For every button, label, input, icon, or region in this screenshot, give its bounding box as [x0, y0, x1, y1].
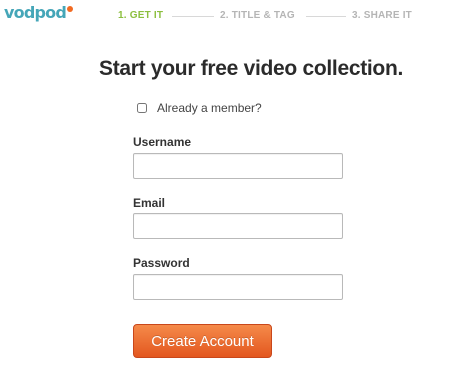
username-input[interactable] — [133, 153, 343, 179]
logo-dot-icon — [66, 5, 73, 12]
already-member-label[interactable]: Already a member? — [157, 101, 262, 115]
already-member-checkbox[interactable] — [137, 103, 147, 113]
email-label: Email — [133, 196, 166, 210]
vodpod-logo[interactable]: vodpod — [4, 3, 73, 23]
step-get-it: 1. GET IT — [118, 10, 164, 21]
username-label: Username — [133, 135, 192, 149]
already-member-row: Already a member? — [137, 101, 262, 115]
logo-text: vodpod — [4, 3, 67, 22]
step-share-it: 3. SHARE IT — [352, 10, 412, 21]
email-input[interactable] — [133, 213, 343, 239]
step-divider — [306, 16, 346, 17]
step-title-tag: 2. TITLE & TAG — [220, 10, 295, 21]
create-account-button[interactable]: Create Account — [133, 324, 272, 358]
password-label: Password — [133, 256, 190, 270]
password-input[interactable] — [133, 274, 343, 300]
step-divider — [172, 16, 214, 17]
page-title: Start your free video collection. — [99, 57, 404, 80]
